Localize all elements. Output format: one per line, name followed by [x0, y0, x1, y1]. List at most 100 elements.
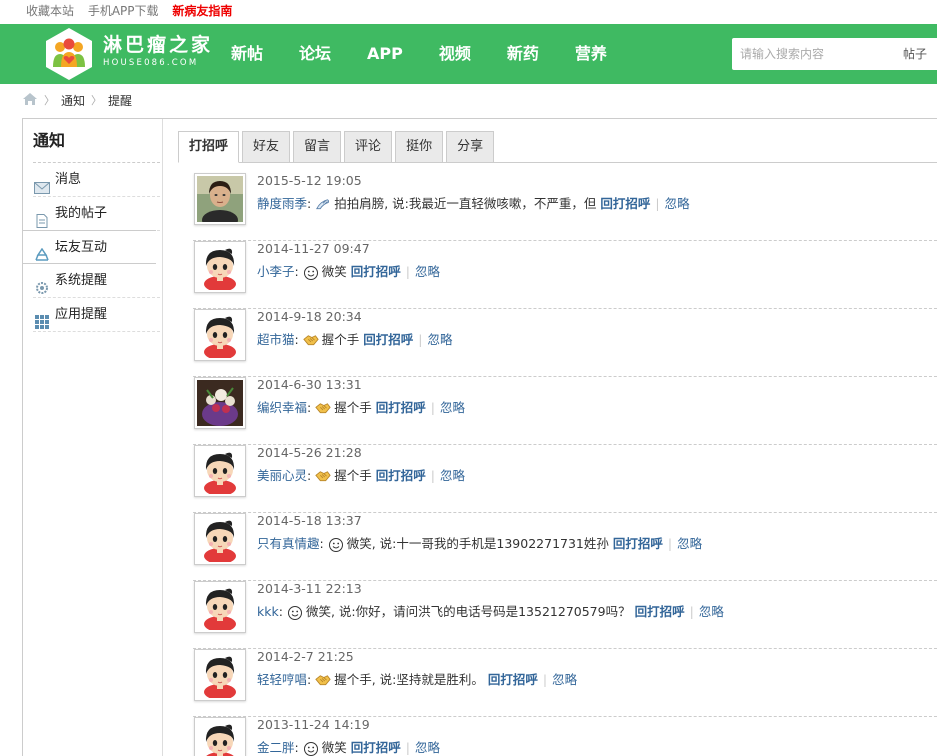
nav-nutrition[interactable]: 营养 — [557, 24, 625, 84]
list-item: 2014-3-11 22:13 kkk: 微笑, 说:你好，请问洪飞的电话号码是13… — [193, 581, 937, 649]
reply-greeting-button[interactable]: 回打招呼 — [351, 263, 401, 281]
username-link[interactable]: 轻轻哼唱 — [257, 671, 307, 689]
avatar[interactable] — [194, 717, 246, 756]
site-header: 淋巴瘤之家 HOUSE086.COM 新帖 论坛 APP 视频 新药 营养 帖子 — [0, 24, 937, 84]
avatar[interactable] — [194, 309, 246, 361]
site-logo-icon[interactable] — [42, 27, 96, 81]
avatar[interactable] — [194, 513, 246, 565]
avatar[interactable] — [194, 377, 246, 429]
ignore-button[interactable]: 忽略 — [415, 739, 440, 756]
sidebar-item-label: 应用提醒 — [55, 307, 108, 322]
divider: | — [405, 740, 410, 755]
list-item: 2014-6-30 13:31 编织幸福: 握个手 回打招呼 | 忽略 — [193, 377, 937, 445]
notification-text: 握个手 — [321, 332, 360, 347]
ignore-button[interactable]: 忽略 — [665, 195, 690, 213]
search-input[interactable] — [732, 38, 882, 70]
colon: : — [307, 672, 312, 687]
notification-text: 微笑 — [321, 740, 347, 755]
reply-greeting-button[interactable]: 回打招呼 — [376, 467, 426, 485]
notification-time: 2014-9-18 20:34 — [257, 309, 362, 324]
nav-video[interactable]: 视频 — [421, 24, 489, 84]
tab-support[interactable]: 挺你 — [395, 131, 444, 163]
list-item: 2014-2-7 21:25 轻轻哼唱: 握个手, 说:坚持就是胜利。 回打招呼 | 忽略 — [193, 649, 937, 717]
breadcrumb-reminder: 提醒 — [108, 94, 133, 108]
username-link[interactable]: 只有真情趣 — [257, 535, 320, 553]
username-link[interactable]: 小李子 — [257, 263, 295, 281]
search-scope-select[interactable]: 帖子 — [903, 38, 927, 70]
tab-comments[interactable]: 评论 — [344, 131, 393, 163]
handshake-icon — [315, 401, 331, 415]
sidebar-item-apps[interactable]: 应用提醒 — [33, 298, 160, 332]
home-icon[interactable] — [22, 92, 38, 111]
nav-forum[interactable]: 论坛 — [281, 24, 349, 84]
breadcrumb-separator: 〉 — [91, 94, 103, 107]
tab-share[interactable]: 分享 — [446, 131, 495, 163]
new-patient-guide-link[interactable]: 新病友指南 — [172, 4, 232, 18]
avatar[interactable] — [194, 649, 246, 701]
notification-time: 2014-2-7 21:25 — [257, 649, 354, 664]
notification-text: 握个手 — [334, 400, 372, 415]
ignore-button[interactable]: 忽略 — [699, 603, 724, 621]
username-link[interactable]: 静度雨季 — [257, 195, 307, 213]
reply-greeting-button[interactable]: 回打招呼 — [613, 535, 663, 553]
top-links-bar: 收藏本站 手机APP下载 新病友指南 — [0, 0, 937, 24]
sidebar-item-label: 系统提醒 — [55, 273, 108, 288]
ignore-button[interactable]: 忽略 — [440, 467, 465, 485]
main-nav: 新帖 论坛 APP 视频 新药 营养 — [213, 24, 625, 84]
nav-app[interactable]: APP — [349, 24, 421, 84]
divider: | — [689, 604, 694, 619]
avatar[interactable] — [194, 581, 246, 633]
ignore-button[interactable]: 忽略 — [677, 535, 702, 553]
notification-list: 2015-5-12 19:05 静度雨季: 拍拍肩膀, 说:我最近一直轻微咳嗽，不严… — [193, 173, 937, 756]
reply-greeting-button[interactable]: 回打招呼 — [488, 671, 538, 689]
notification-line: 小李子: 微笑 回打招呼 | 忽略 — [257, 263, 440, 281]
username-link[interactable]: 编织幸福 — [257, 399, 307, 417]
username-link[interactable]: 美丽心灵 — [257, 467, 307, 485]
reply-greeting-button[interactable]: 回打招呼 — [351, 739, 401, 756]
notification-line: 金二胖: 微笑 回打招呼 | 忽略 — [257, 739, 440, 756]
reply-greeting-button[interactable]: 回打招呼 — [635, 603, 685, 621]
username-link[interactable]: kkk — [257, 603, 279, 621]
username-link[interactable]: 金二胖 — [257, 739, 295, 756]
ignore-button[interactable]: 忽略 — [415, 263, 440, 281]
ignore-button[interactable]: 忽略 — [427, 331, 452, 349]
tab-friends[interactable]: 好友 — [242, 131, 291, 163]
nav-new-posts[interactable]: 新帖 — [213, 24, 281, 84]
ignore-button[interactable]: 忽略 — [552, 671, 577, 689]
ignore-button[interactable]: 忽略 — [440, 399, 465, 417]
colon: : — [319, 536, 324, 551]
notification-time: 2014-6-30 13:31 — [257, 377, 362, 392]
divider: | — [667, 536, 673, 551]
reply-greeting-button[interactable]: 回打招呼 — [363, 331, 413, 349]
notification-text: 握个手 — [334, 468, 372, 483]
notification-text: 握个手, 说:坚持就是胜利。 — [334, 672, 484, 687]
username-link[interactable]: 超市猫 — [257, 331, 295, 349]
sidebar-item-system[interactable]: 系统提醒 — [33, 264, 160, 298]
notification-panel: 通知 消息 我的帖子 坛友互动 系统提醒 应用提醒 打招呼 好友 留言 评论 挺… — [22, 118, 937, 756]
avatar[interactable] — [194, 241, 246, 293]
handshake-icon — [315, 673, 331, 687]
sidebar-item-label: 坛友互动 — [55, 240, 108, 255]
tab-messages[interactable]: 留言 — [293, 131, 342, 163]
sidebar-item-label: 消息 — [55, 172, 82, 187]
notification-line: kkk: 微笑, 说:你好，请问洪飞的电话号码是13521270579吗？ 回打招呼… — [257, 603, 724, 621]
app-download-link[interactable]: 手机APP下载 — [88, 4, 159, 18]
pat-icon — [315, 197, 331, 211]
colon: : — [307, 196, 312, 211]
logo-wordmark: 淋巴瘤之家 HOUSE086.COM — [103, 33, 213, 69]
notification-text: 微笑 — [321, 264, 347, 279]
envelope-icon — [34, 174, 50, 194]
avatar[interactable] — [194, 173, 246, 225]
reply-greeting-button[interactable]: 回打招呼 — [600, 195, 650, 213]
sidebar-item-my-posts[interactable]: 我的帖子 — [33, 197, 160, 231]
sidebar-item-interaction[interactable]: 坛友互动 — [23, 230, 156, 264]
tab-greeting[interactable]: 打招呼 — [178, 131, 240, 163]
sidebar-item-messages[interactable]: 消息 — [33, 163, 160, 197]
breadcrumb-notice[interactable]: 通知 — [61, 92, 85, 110]
divider: | — [430, 400, 435, 415]
avatar[interactable] — [194, 445, 246, 497]
bookmark-link[interactable]: 收藏本站 — [26, 4, 74, 18]
reply-greeting-button[interactable]: 回打招呼 — [376, 399, 426, 417]
divider: | — [542, 672, 548, 687]
nav-new-drugs[interactable]: 新药 — [489, 24, 557, 84]
